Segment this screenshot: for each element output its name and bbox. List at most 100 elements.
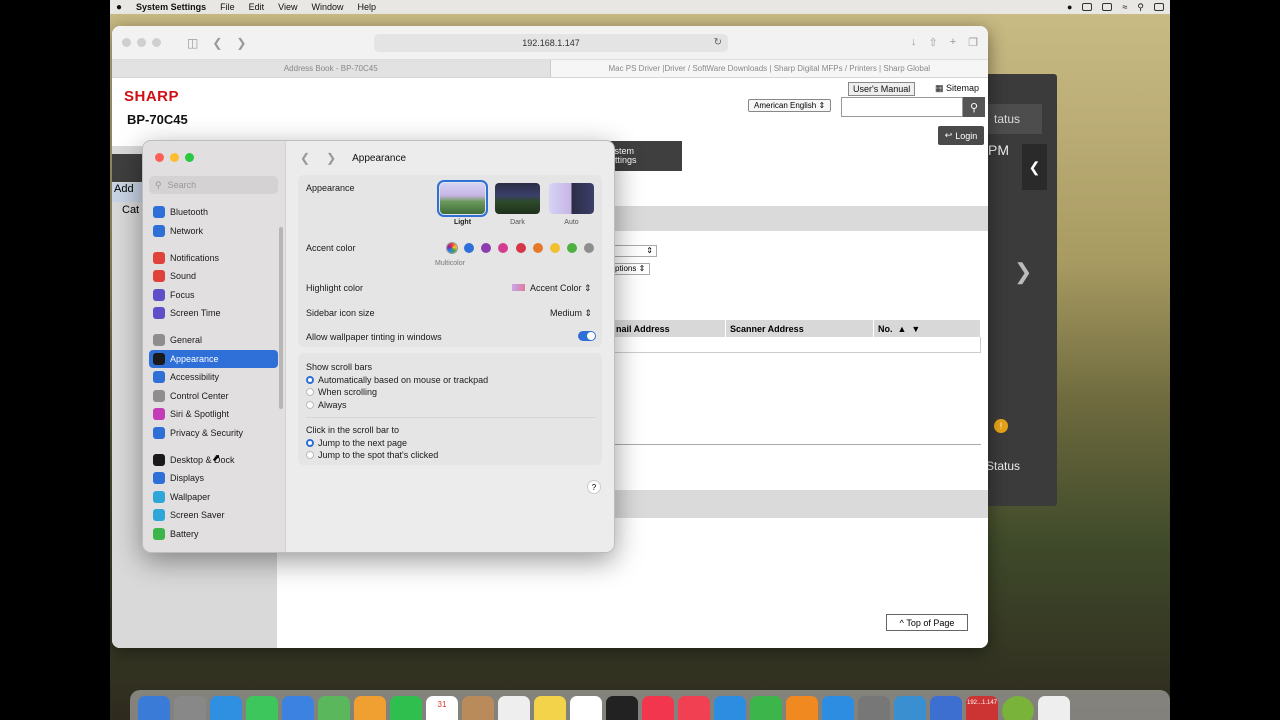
tab-address-book[interactable]: Address Book - BP-70C45 bbox=[112, 60, 550, 77]
w-app-icon[interactable] bbox=[1002, 696, 1034, 720]
zoom-button[interactable] bbox=[185, 153, 194, 162]
sidebar-item-network[interactable]: Network bbox=[149, 222, 278, 241]
mode-dark-thumbnail[interactable] bbox=[495, 183, 540, 214]
launchpad-icon[interactable] bbox=[174, 696, 206, 720]
sidebar-item-screen-saver[interactable]: Screen Saver bbox=[149, 506, 278, 525]
music-icon[interactable] bbox=[642, 696, 674, 720]
sidebar-item-notifications[interactable]: Notifications bbox=[149, 249, 278, 268]
options-select[interactable]: ptions ⇕ bbox=[612, 263, 650, 275]
finder-icon[interactable] bbox=[138, 696, 170, 720]
download-icon[interactable]: ↓ bbox=[911, 36, 917, 49]
freeform-icon[interactable] bbox=[570, 696, 602, 720]
photos-icon[interactable] bbox=[354, 696, 386, 720]
radio-scroll-when-scrolling[interactable] bbox=[306, 388, 314, 396]
radio-scroll-always[interactable] bbox=[306, 401, 314, 409]
chevron-right-icon[interactable]: ❯ bbox=[1014, 259, 1032, 285]
sidebar-item-wallpaper[interactable]: Wallpaper bbox=[149, 488, 278, 507]
highlight-color-popup[interactable]: Accent Color ⇕ bbox=[512, 283, 592, 294]
sitemap-link[interactable]: ▦ Sitemap bbox=[935, 83, 979, 94]
control-center-icon[interactable] bbox=[1154, 3, 1164, 11]
sidebar-item-bluetooth[interactable]: Bluetooth bbox=[149, 203, 278, 222]
menu-view[interactable]: View bbox=[278, 2, 297, 12]
sidebar-item-appearance[interactable]: Appearance bbox=[149, 349, 278, 368]
menu-file[interactable]: File bbox=[220, 2, 235, 12]
menu-edit[interactable]: Edit bbox=[249, 2, 265, 12]
document-icon[interactable] bbox=[1038, 696, 1070, 720]
numbers-icon[interactable] bbox=[750, 696, 782, 720]
sidebar-item-sound[interactable]: Sound bbox=[149, 267, 278, 286]
share-icon[interactable]: ⇧ bbox=[928, 36, 937, 49]
calendar-icon[interactable]: 31 bbox=[426, 696, 458, 720]
forward-icon[interactable]: ❯ bbox=[326, 151, 336, 165]
col-email[interactable]: nail Address bbox=[612, 320, 726, 337]
app-store-icon[interactable] bbox=[822, 696, 854, 720]
network-utility-icon[interactable] bbox=[894, 696, 926, 720]
radio-jump-to-spot[interactable] bbox=[306, 451, 314, 459]
wifi-icon[interactable]: ≈ bbox=[1122, 2, 1127, 12]
address-bar[interactable]: 192.168.1.147 ↻ bbox=[374, 34, 728, 52]
battery-status-icon[interactable] bbox=[1102, 3, 1113, 11]
col-scanner[interactable]: Scanner Address bbox=[726, 320, 874, 337]
settings-search-input[interactable]: ⚲ Search bbox=[149, 176, 278, 194]
sidebar-item-displays[interactable]: Displays bbox=[149, 469, 278, 488]
sidebar-item-screen-time[interactable]: Screen Time bbox=[149, 304, 278, 323]
tab-mac-ps-driver[interactable]: Mac PS Driver |Driver / SoftWare Downloa… bbox=[549, 60, 988, 77]
keyboard-icon[interactable] bbox=[1082, 3, 1093, 11]
apple-tv-icon[interactable] bbox=[606, 696, 638, 720]
sidebar-item-focus[interactable]: Focus bbox=[149, 286, 278, 305]
pages-icon[interactable] bbox=[786, 696, 818, 720]
reload-icon[interactable]: ↻ bbox=[714, 37, 722, 48]
forward-icon[interactable]: ❯ bbox=[236, 36, 246, 50]
menu-window[interactable]: Window bbox=[311, 2, 343, 12]
printer-badge-icon[interactable]: 192...1.147 bbox=[966, 696, 998, 720]
radio-jump-next-page[interactable] bbox=[306, 439, 314, 447]
site-search-input[interactable] bbox=[841, 97, 963, 117]
radio-scroll-automatic[interactable] bbox=[306, 376, 314, 384]
menu-help[interactable]: Help bbox=[357, 2, 376, 12]
chevron-left-icon[interactable]: ❮ bbox=[1022, 144, 1047, 190]
users-manual-button[interactable]: User's Manual bbox=[848, 82, 916, 96]
sidebar-item-battery[interactable]: Battery bbox=[149, 525, 278, 544]
tinting-toggle[interactable] bbox=[578, 331, 596, 341]
accent-swatch[interactable] bbox=[464, 243, 474, 253]
close-button[interactable] bbox=[155, 153, 164, 162]
apple-menu-icon[interactable]: ● bbox=[116, 2, 122, 13]
sidebar-item-accessibility[interactable]: Accessibility bbox=[149, 368, 278, 387]
accent-swatch[interactable] bbox=[550, 243, 560, 253]
back-icon[interactable]: ❮ bbox=[212, 36, 222, 50]
tab-overview-icon[interactable]: ❐ bbox=[968, 36, 978, 49]
maps-icon[interactable] bbox=[318, 696, 350, 720]
sidebar-icon-size-popup[interactable]: Medium ⇕ bbox=[550, 308, 592, 319]
sidebar-icon[interactable]: ◫ bbox=[187, 36, 198, 50]
spotlight-icon[interactable]: ⚲ bbox=[1137, 2, 1144, 13]
accent-swatch[interactable] bbox=[532, 243, 543, 253]
minimize-button[interactable] bbox=[137, 38, 146, 47]
status-tab[interactable]: tatus bbox=[988, 104, 1042, 134]
help-button[interactable]: ? bbox=[587, 480, 601, 494]
language-select[interactable]: American English ⇕ bbox=[748, 99, 832, 112]
mode-light-thumbnail[interactable] bbox=[437, 180, 488, 217]
safari-icon[interactable] bbox=[210, 696, 242, 720]
record-icon[interactable]: ● bbox=[1067, 2, 1072, 12]
printer-queue-icon[interactable] bbox=[930, 696, 962, 720]
search-icon[interactable]: ⚲ bbox=[963, 97, 985, 117]
keynote-icon[interactable] bbox=[714, 696, 746, 720]
messages-icon[interactable] bbox=[246, 696, 278, 720]
back-icon[interactable]: ❮ bbox=[300, 151, 310, 165]
top-of-page-button[interactable]: ^ Top of Page bbox=[886, 614, 968, 631]
news-icon[interactable] bbox=[678, 696, 710, 720]
menu-app-name[interactable]: System Settings bbox=[136, 2, 206, 12]
sidebar-item-privacy-security[interactable]: Privacy & Security bbox=[149, 424, 278, 443]
notes-icon[interactable] bbox=[534, 696, 566, 720]
status-label[interactable]: Status bbox=[986, 459, 1020, 473]
new-tab-icon[interactable]: + bbox=[950, 36, 956, 49]
col-number[interactable]: No. ▲ ▼ bbox=[874, 320, 981, 337]
mail-icon[interactable] bbox=[282, 696, 314, 720]
sidebar-item-general[interactable]: General bbox=[149, 331, 278, 350]
login-button[interactable]: ↩ Login bbox=[938, 126, 984, 145]
zoom-button[interactable] bbox=[152, 38, 161, 47]
facetime-icon[interactable] bbox=[390, 696, 422, 720]
close-button[interactable] bbox=[122, 38, 131, 47]
system-settings-icon[interactable] bbox=[858, 696, 890, 720]
sidebar-scrollbar[interactable] bbox=[279, 227, 283, 409]
